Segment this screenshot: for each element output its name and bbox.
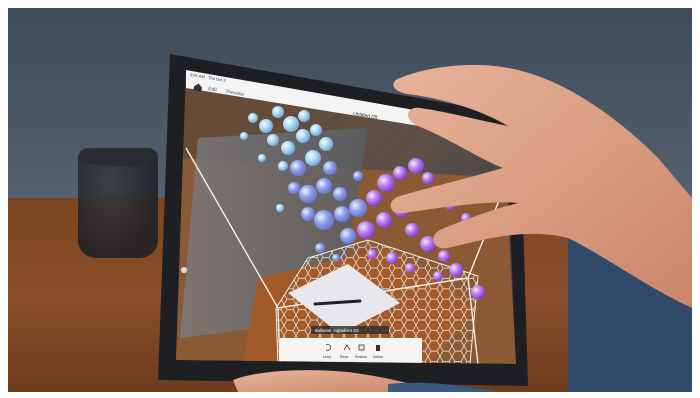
ipad-device: 9:41 AM Thu Oct 3 Edit Preview Untitled … — [158, 54, 692, 392]
delete-icon[interactable] — [376, 345, 380, 351]
delete-label: Delete — [373, 355, 383, 359]
restore-label: Restore — [355, 355, 367, 359]
undo-label: Undo — [323, 355, 331, 359]
object-label: Balloons: Ingredient 2D — [315, 328, 359, 333]
photo-scene: 9:41 AM Thu Oct 3 Edit Preview Untitled … — [8, 8, 692, 392]
bottom-toolbar — [280, 338, 422, 364]
redo-label: Redo — [340, 355, 348, 359]
